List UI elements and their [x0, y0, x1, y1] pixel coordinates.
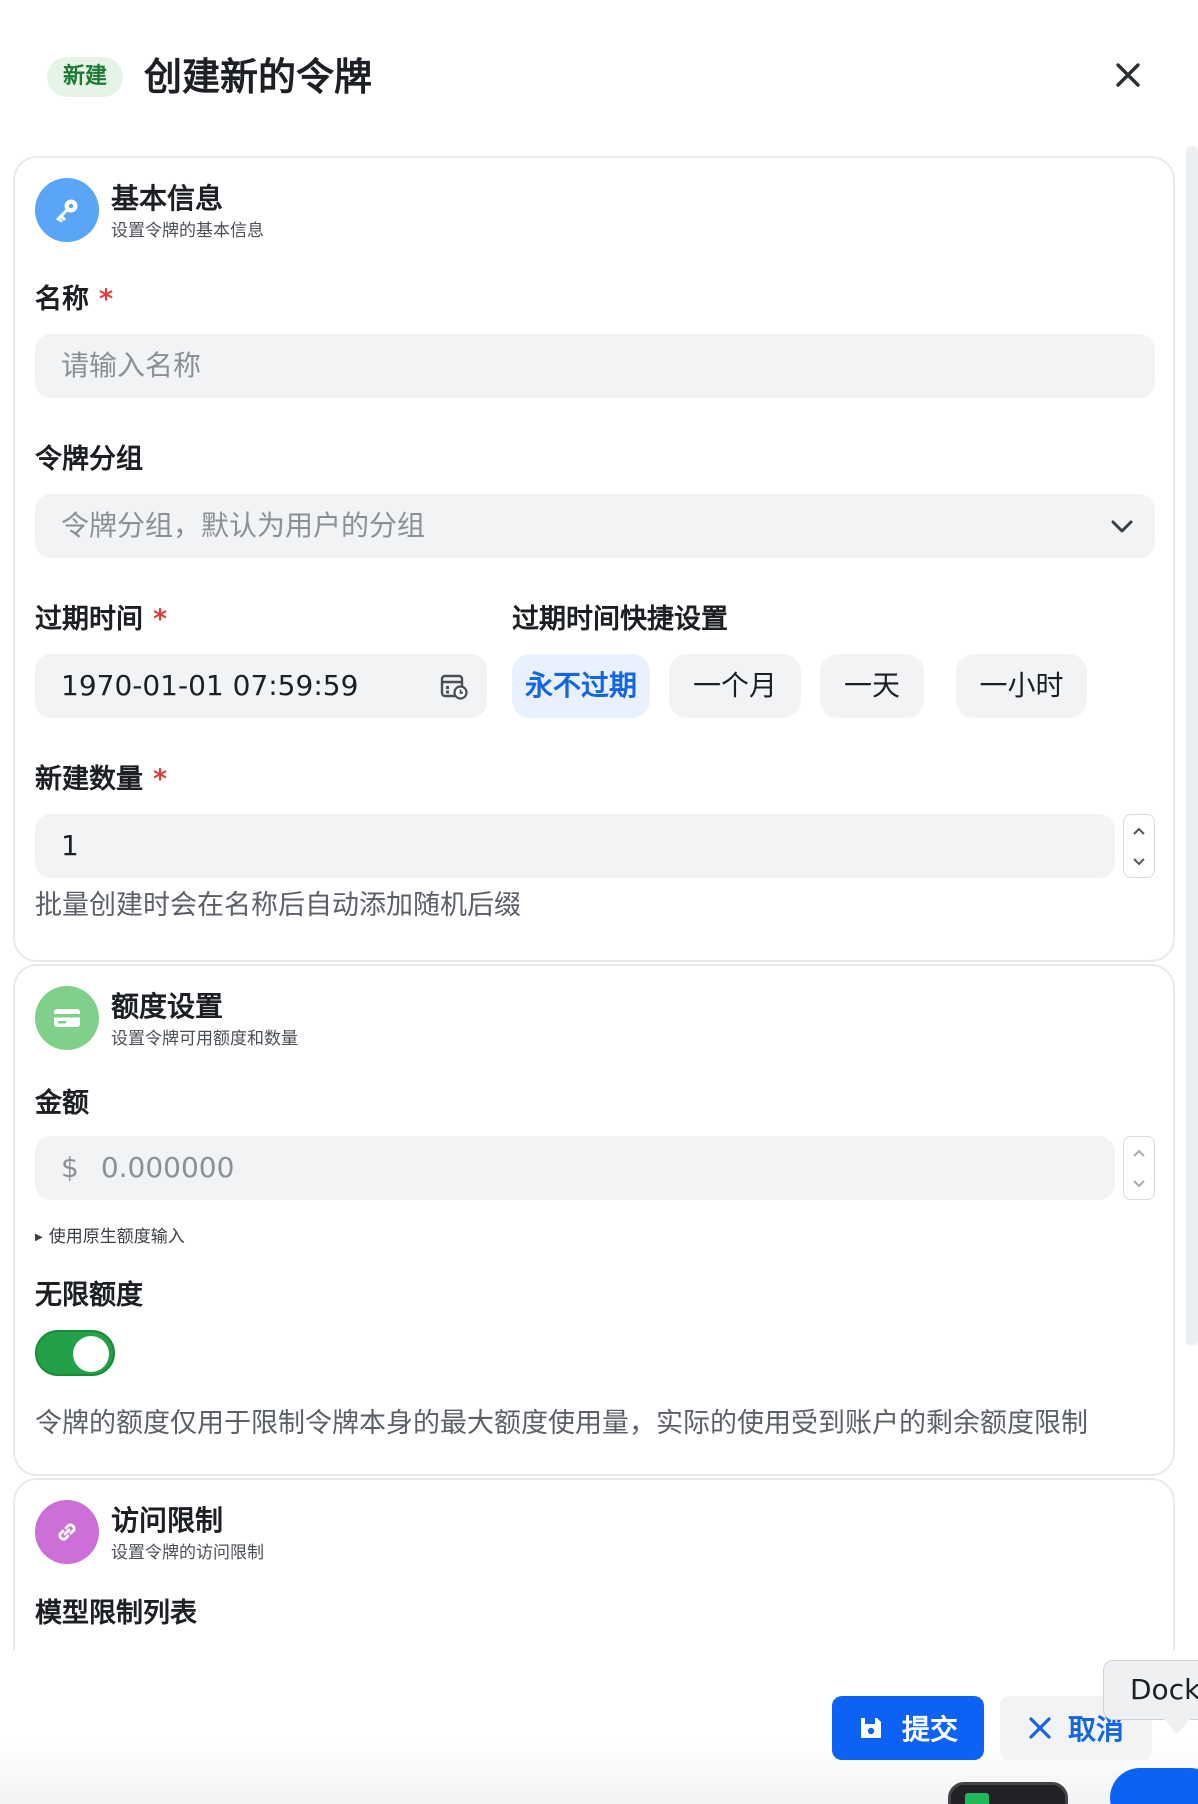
count-label: 新建数量 * [35, 764, 168, 795]
stepper-down-icon[interactable] [1124, 1168, 1154, 1199]
required-mark: * [153, 764, 168, 795]
name-label: 名称 * [35, 284, 114, 315]
native-quota-toggle[interactable]: ▶ 使用原生额度输入 [35, 1226, 185, 1249]
model-limit-label: 模型限制列表 [35, 1598, 197, 1629]
expire-label: 过期时间 * [35, 604, 168, 635]
count-input[interactable]: 1 [35, 814, 1115, 878]
submit-button[interactable]: 提交 [832, 1696, 984, 1760]
stepper-up-icon[interactable] [1124, 815, 1154, 846]
dock-terminal-thumbnail[interactable] [948, 1782, 1068, 1804]
access-title: 访问限制 [111, 1504, 224, 1537]
triangle-right-icon: ▶ [35, 1232, 43, 1243]
save-icon [860, 1718, 881, 1738]
key-icon [35, 178, 99, 242]
quota-subtitle: 设置令牌可用额度和数量 [111, 1029, 298, 1049]
close-icon [1116, 63, 1140, 87]
stepper-down-icon[interactable] [1124, 846, 1154, 877]
quick-never-expire[interactable]: 永不过期 [512, 654, 650, 718]
group-select[interactable]: 令牌分组，默认为用户的分组 [35, 494, 1155, 558]
dock-tooltip: Docker [1103, 1660, 1198, 1720]
count-hint: 批量创建时会在名称后自动添加随机后缀 [35, 890, 521, 921]
unlimited-toggle[interactable] [35, 1330, 115, 1376]
dollar-prefix: $ [61, 1151, 79, 1184]
calendar-clock-icon[interactable] [439, 671, 469, 701]
basic-info-title: 基本信息 [111, 182, 224, 215]
credit-card-icon [35, 986, 99, 1050]
amount-input[interactable]: $0.000000 [35, 1136, 1115, 1200]
required-mark: * [99, 284, 114, 315]
toggle-knob [73, 1336, 109, 1372]
basic-info-card: 基本信息 设置令牌的基本信息 名称 * 请输入名称 令牌分组 令牌分组，默认为用户… [13, 156, 1175, 962]
stepper-up-icon[interactable] [1124, 1137, 1154, 1168]
amount-stepper[interactable] [1123, 1136, 1155, 1200]
terminal-icon [965, 1793, 989, 1804]
modal-header: 新建 创建新的令牌 [0, 0, 1198, 150]
quick-one-month[interactable]: 一个月 [669, 654, 801, 718]
quota-title: 额度设置 [111, 990, 224, 1023]
expire-datetime-input[interactable]: 1970-01-01 07:59:59 [35, 654, 487, 718]
chevron-down-icon [1111, 520, 1133, 533]
access-subtitle: 设置令牌的访问限制 [111, 1543, 264, 1563]
unlimited-hint: 令牌的额度仅用于限制令牌本身的最大额度使用量，实际的使用受到账户的剩余额度限制 [35, 1408, 1088, 1439]
close-button[interactable] [1105, 52, 1151, 98]
page-title: 创建新的令牌 [144, 55, 373, 99]
form-scroll-area: 基本信息 设置令牌的基本信息 名称 * 请输入名称 令牌分组 令牌分组，默认为用户… [0, 150, 1198, 1650]
quick-one-hour[interactable]: 一小时 [956, 654, 1087, 718]
amount-label: 金额 [35, 1088, 89, 1119]
new-badge: 新建 [47, 57, 124, 97]
link-icon [35, 1500, 99, 1564]
quick-one-day[interactable]: 一天 [820, 654, 924, 718]
required-mark: * [153, 604, 168, 635]
count-stepper[interactable] [1123, 814, 1155, 878]
tooltip-tail [1163, 1718, 1191, 1734]
unlimited-label: 无限额度 [35, 1280, 143, 1311]
quota-card: 额度设置 设置令牌可用额度和数量 金额 $0.000000 ▶ 使用原生额度输入 … [13, 964, 1175, 1476]
group-label: 令牌分组 [35, 444, 143, 475]
name-input[interactable]: 请输入名称 [35, 334, 1155, 398]
basic-info-subtitle: 设置令牌的基本信息 [111, 221, 264, 241]
quick-expire-label: 过期时间快捷设置 [512, 604, 728, 635]
access-card: 访问限制 设置令牌的访问限制 模型限制列表 [13, 1478, 1175, 1650]
floating-action-button[interactable] [1110, 1768, 1198, 1804]
close-icon [1029, 1717, 1051, 1739]
